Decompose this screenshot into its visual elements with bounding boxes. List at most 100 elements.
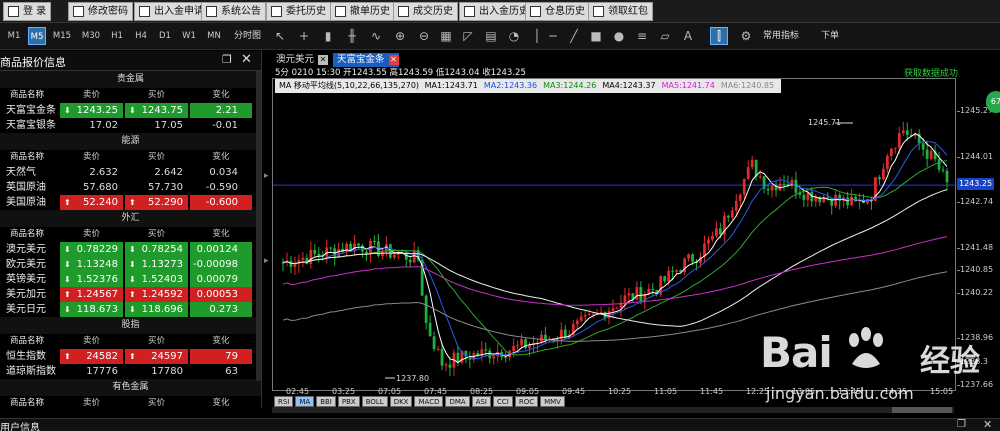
quote-row[interactable]: 美元日元 ⬇ 118.673 ⬇ 118.696 0.273	[0, 302, 261, 317]
indicator-tab-dma[interactable]: DMA	[445, 396, 470, 407]
sell-price[interactable]: ⬇ 118.673	[60, 302, 123, 317]
crosshair-icon[interactable]: +	[296, 28, 312, 44]
trade-history-button[interactable]: 成交历史	[393, 2, 458, 21]
quote-row[interactable]: 美元加元 ⬆ 1.24567 ⬆ 1.24592 0.00053	[0, 287, 261, 302]
change-password-button[interactable]: 修改密码	[68, 2, 133, 21]
candle-icon[interactable]: ╫	[344, 28, 360, 44]
quote-row[interactable]: 英国原油 57.680 57.730 -0.590	[0, 180, 261, 195]
order-history-button[interactable]: 委托历史	[266, 2, 331, 21]
quote-row[interactable]: 天富宝金条 ⬇ 1243.25 ⬇ 1243.75 2.21	[0, 103, 261, 118]
indicator-tab-bbi[interactable]: BBI	[316, 396, 336, 407]
indicator-tab-roc[interactable]: ROC	[514, 396, 539, 407]
indicator-tab-pbx[interactable]: PBX	[337, 396, 360, 407]
vertical-line-icon[interactable]: │	[529, 28, 545, 44]
quote-row[interactable]: 恒生指数 ⬆ 24582 ⬆ 24597 79	[0, 349, 261, 364]
common-indicators-button[interactable]: 常用指标	[763, 27, 799, 45]
buy-price[interactable]: ⬇ 0.78254	[125, 242, 188, 257]
cursor-icon[interactable]: ↖	[272, 28, 288, 44]
quote-row[interactable]: 美国原油 ⬆ 52.240 ⬆ 52.290 -0.600	[0, 195, 261, 210]
settings-icon[interactable]: ⚙	[738, 28, 754, 44]
zoom-out-icon[interactable]: ⊖	[416, 28, 432, 44]
auto-scroll-icon[interactable]: ◸	[460, 28, 476, 44]
zoom-in-icon[interactable]: ⊕	[392, 28, 408, 44]
period-m5[interactable]: M5	[28, 27, 46, 45]
indicator-tab-dkx[interactable]: DKX	[389, 396, 413, 407]
deposit-request-button[interactable]: 出入金申请	[134, 2, 209, 21]
buy-price[interactable]: 17.05	[125, 118, 188, 133]
indicator-tab-mmv[interactable]: MMV	[540, 396, 565, 407]
indicator-tab-ma[interactable]: MA	[295, 396, 315, 407]
bar-chart-icon[interactable]: ▮	[320, 28, 336, 44]
interest-history-button[interactable]: 仓息历史	[525, 2, 590, 21]
sell-price[interactable]: ⬇ 1243.25	[60, 103, 123, 118]
text-icon[interactable]: A	[680, 28, 696, 44]
floating-badge[interactable]: 67	[986, 91, 1000, 113]
quote-row[interactable]: 天富宝银条 17.02 17.05 -0.01	[0, 118, 261, 133]
period-mn[interactable]: MN	[206, 27, 222, 45]
timeshare-chart-button[interactable]: 分时图	[234, 27, 261, 45]
sell-price[interactable]: 57.680	[60, 180, 123, 195]
buy-price[interactable]: ⬆ 1.24592	[125, 287, 188, 302]
period-m15[interactable]: M15	[52, 27, 72, 45]
tab-aud-usd[interactable]: 澳元美元 ✕	[272, 53, 329, 67]
fund-history-button[interactable]: 出入金历史	[459, 2, 534, 21]
trend-line-icon[interactable]: ╱	[566, 28, 582, 44]
chart-shift-icon[interactable]: ▤	[483, 28, 499, 44]
period-m30[interactable]: M30	[81, 27, 101, 45]
quote-row[interactable]: 英镑美元 ⬇ 1.52376 ⬇ 1.52403 0.00079	[0, 272, 261, 287]
sell-price[interactable]: ⬇ 1.52376	[60, 272, 123, 287]
sell-price[interactable]: ⬆ 52.240	[60, 195, 123, 210]
period-h4[interactable]: H4	[134, 27, 148, 45]
clock-icon[interactable]: ◔	[506, 28, 522, 44]
line-chart-icon[interactable]: ∿	[368, 28, 384, 44]
buy-price[interactable]: ⬇ 118.696	[125, 302, 188, 317]
period-w1[interactable]: W1	[182, 27, 196, 45]
buy-price[interactable]: 57.730	[125, 180, 188, 195]
pin-icon[interactable]: ❐	[222, 53, 236, 67]
sell-price[interactable]: ⬇ 1.13248	[60, 257, 123, 272]
sell-price[interactable]: ⬇ 0.78229	[60, 242, 123, 257]
close-icon[interactable]: ✕	[983, 418, 992, 431]
sell-price[interactable]: 2.632	[60, 165, 123, 180]
circle-icon[interactable]: ●	[611, 28, 627, 44]
place-order-button[interactable]: 下单	[821, 27, 839, 45]
quote-row[interactable]: 澳元美元 ⬇ 0.78229 ⬇ 0.78254 0.00124	[0, 242, 261, 257]
quote-row[interactable]: 欧元美元 ⬇ 1.13248 ⬇ 1.13273 -0.00098	[0, 257, 261, 272]
buy-price[interactable]: ⬇ 1.13273	[125, 257, 188, 272]
tab-gold-bar[interactable]: 天富宝金条 ✕	[333, 53, 399, 67]
quote-row[interactable]: 道琼斯指数 17776 17780 63	[0, 364, 261, 379]
indicator-tool-icon[interactable]: ⫿	[710, 27, 728, 45]
indicator-tab-rsi[interactable]: RSI	[274, 396, 294, 407]
system-notice-button[interactable]: 系统公告	[201, 2, 266, 21]
buy-price[interactable]: ⬇ 1243.75	[125, 103, 188, 118]
period-h1[interactable]: H1	[110, 27, 124, 45]
grid-icon[interactable]: ▦	[438, 28, 454, 44]
quote-row[interactable]: 天然气 2.632 2.642 0.034	[0, 165, 261, 180]
period-m1[interactable]: M1	[6, 27, 22, 45]
buy-price[interactable]: ⬇ 1.52403	[125, 272, 188, 287]
red-packet-button[interactable]: 领取红包	[588, 2, 653, 21]
buy-price[interactable]: 17780	[125, 364, 188, 379]
period-d1[interactable]: D1	[158, 27, 172, 45]
quote-scrollbar[interactable]	[256, 71, 261, 381]
pin-icon[interactable]: ❐	[957, 419, 966, 430]
indicator-tab-macd[interactable]: MACD	[414, 396, 444, 407]
tab-close-icon[interactable]: ✕	[318, 55, 329, 65]
cancel-history-button[interactable]: 撤单历史	[330, 2, 395, 21]
fibonacci-icon[interactable]: ≡	[634, 28, 650, 44]
indicator-tab-asi[interactable]: ASI	[471, 396, 491, 407]
rectangle-icon[interactable]: ■	[588, 28, 604, 44]
horizontal-line-icon[interactable]: ─	[545, 28, 561, 44]
sell-price[interactable]: 17776	[60, 364, 123, 379]
tab-close-icon[interactable]: ✕	[388, 55, 399, 65]
buy-price[interactable]: ⬆ 52.290	[125, 195, 188, 210]
sell-price[interactable]: ⬆ 24582	[60, 349, 123, 364]
indicator-tab-boll[interactable]: BOLL	[361, 396, 388, 407]
login-button[interactable]: 登 录	[3, 2, 52, 21]
close-icon[interactable]: ✕	[241, 52, 255, 67]
sell-price[interactable]: ⬆ 1.24567	[60, 287, 123, 302]
sell-price[interactable]: 17.02	[60, 118, 123, 133]
indicator-tab-cci[interactable]: CCI	[492, 396, 513, 407]
buy-price[interactable]: ⬆ 24597	[125, 349, 188, 364]
buy-price[interactable]: 2.642	[125, 165, 188, 180]
